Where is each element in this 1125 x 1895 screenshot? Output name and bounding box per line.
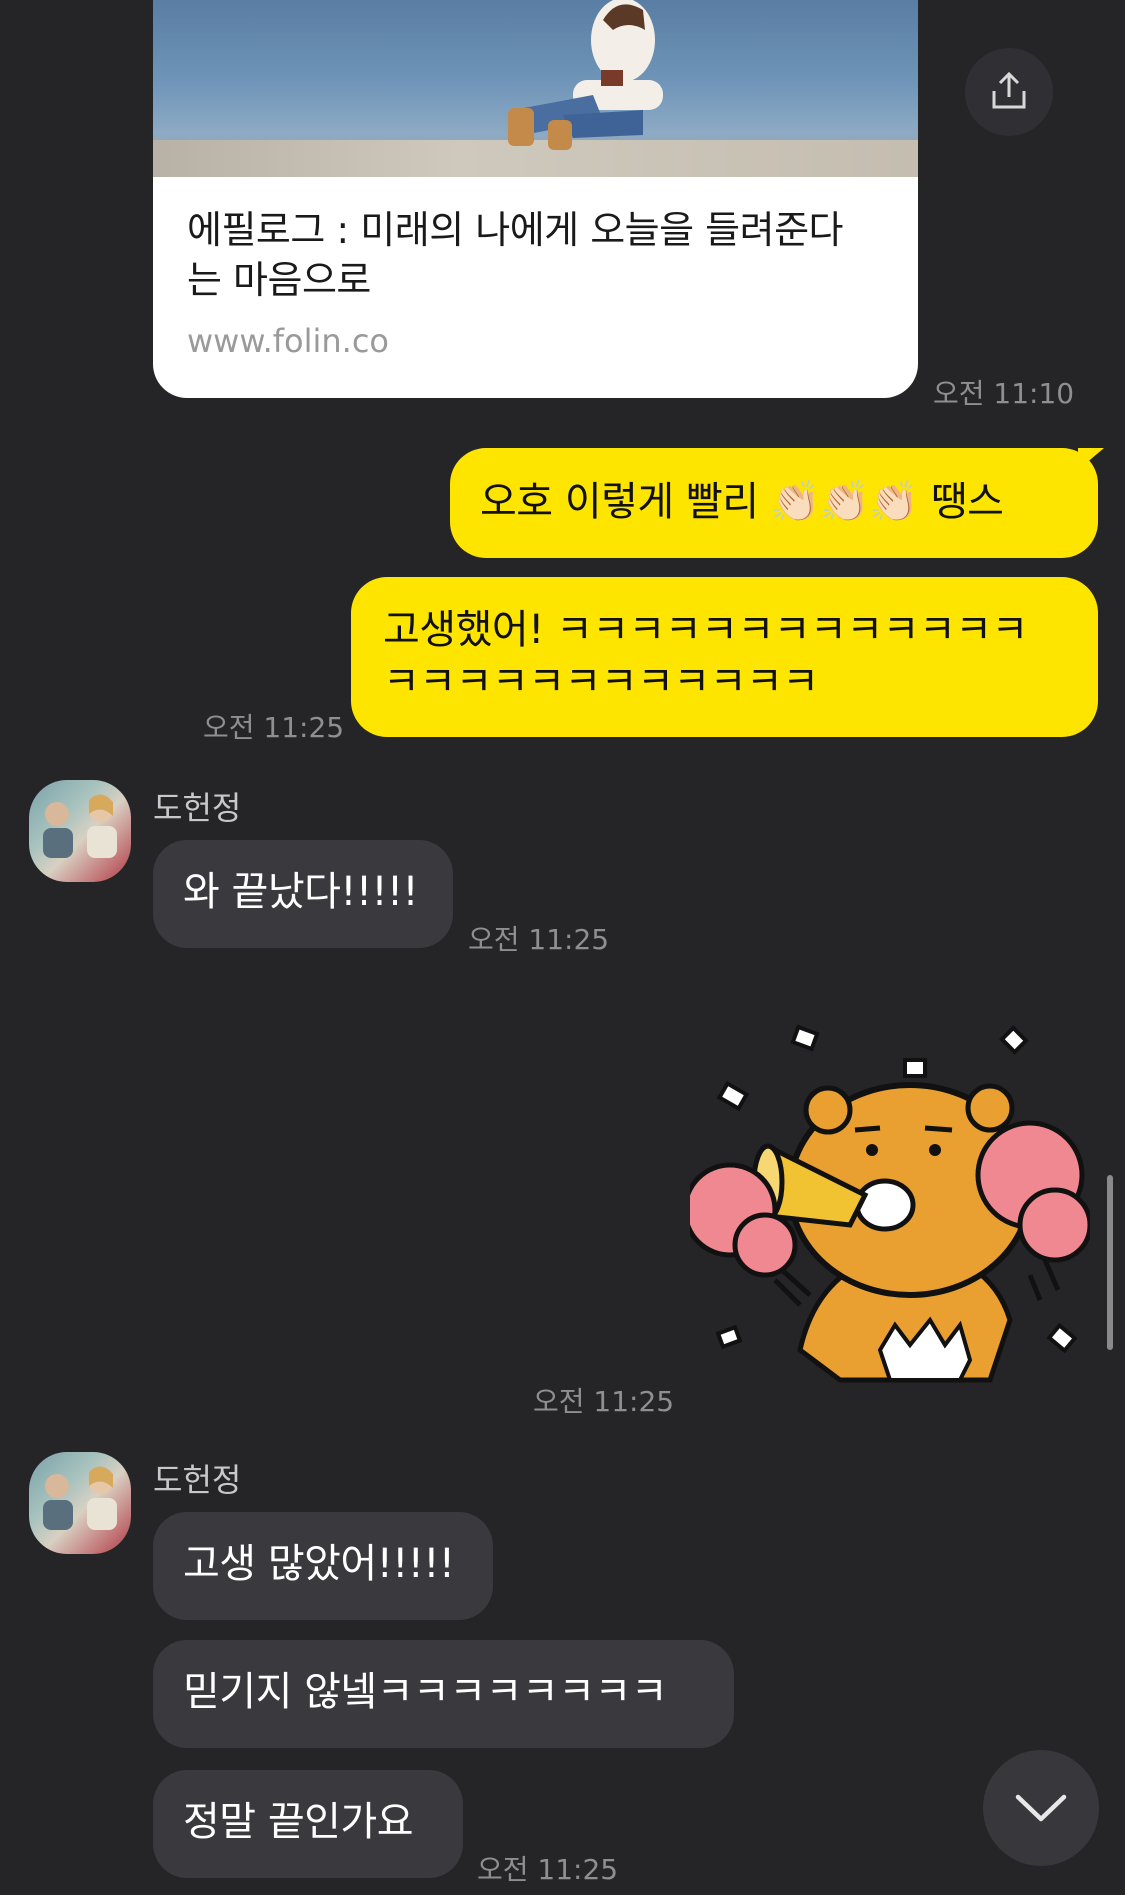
timestamp: 오전 11:10 — [933, 377, 1075, 410]
chevron-down-icon — [1015, 1794, 1067, 1822]
reading-woman-illustration — [508, 0, 663, 150]
timestamp: 오전 11:25 — [203, 711, 345, 744]
message-text-line: ㅋㅋㅋㅋㅋㅋㅋㅋㅋㅋㅋㅋ — [383, 659, 819, 705]
scroll-to-bottom-button[interactable] — [983, 1750, 1099, 1866]
message-text-line: 고생했어! ㅋㅋㅋㅋㅋㅋㅋㅋㅋㅋㅋㅋㅋ — [383, 607, 1028, 653]
sender-name: 도헌정 — [153, 789, 242, 827]
ryan-cheering-sticker[interactable] — [690, 1020, 1090, 1390]
message-text: 정말 끝인가요 — [183, 1799, 414, 1845]
message-text: 오호 이렇게 빨리 👏🏻👏🏻👏🏻 땡스 — [480, 479, 1004, 525]
my-message-bubble[interactable]: 오호 이렇게 빨리 👏🏻👏🏻👏🏻 땡스 — [450, 448, 1098, 558]
share-button[interactable] — [965, 48, 1053, 136]
avatar-photo — [43, 1466, 117, 1530]
their-message-bubble[interactable]: 정말 끝인가요 — [153, 1770, 463, 1878]
avatar[interactable] — [29, 1452, 131, 1554]
timestamp: 오전 11:25 — [533, 1385, 675, 1418]
my-message-bubble[interactable]: 고생했어! ㅋㅋㅋㅋㅋㅋㅋㅋㅋㅋㅋㅋㅋ ㅋㅋㅋㅋㅋㅋㅋㅋㅋㅋㅋㅋ — [351, 577, 1098, 737]
message-text: 와 끝났다!!!!! — [183, 869, 419, 915]
timestamp: 오전 11:25 — [477, 1853, 619, 1886]
sender-name: 도헌정 — [153, 1461, 242, 1499]
bubble-tail — [1078, 448, 1104, 470]
link-preview-card[interactable]: 에필로그 : 미래의 나에게 오늘을 들려준다 는 마음으로 www.folin… — [153, 0, 918, 398]
timestamp: 오전 11:25 — [468, 923, 610, 956]
their-message-bubble[interactable]: 믿기지 않넼ㅋㅋㅋㅋㅋㅋㅋㅋ — [153, 1640, 734, 1748]
share-icon — [992, 71, 1026, 109]
link-title: 에필로그 : 미래의 나에게 오늘을 들려준다 는 마음으로 — [187, 208, 844, 302]
avatar-photo — [43, 794, 117, 858]
avatar[interactable] — [29, 780, 131, 882]
message-text: 고생 많았어!!!!! — [183, 1541, 455, 1587]
message-text: 믿기지 않넼ㅋㅋㅋㅋㅋㅋㅋㅋ — [183, 1669, 668, 1715]
their-message-bubble[interactable]: 고생 많았어!!!!! — [153, 1512, 493, 1620]
link-thumbnail-image — [153, 0, 918, 177]
link-url: www.folin.co — [187, 322, 389, 360]
their-message-bubble[interactable]: 와 끝났다!!!!! — [153, 840, 453, 948]
scrollbar[interactable] — [1107, 1175, 1113, 1350]
